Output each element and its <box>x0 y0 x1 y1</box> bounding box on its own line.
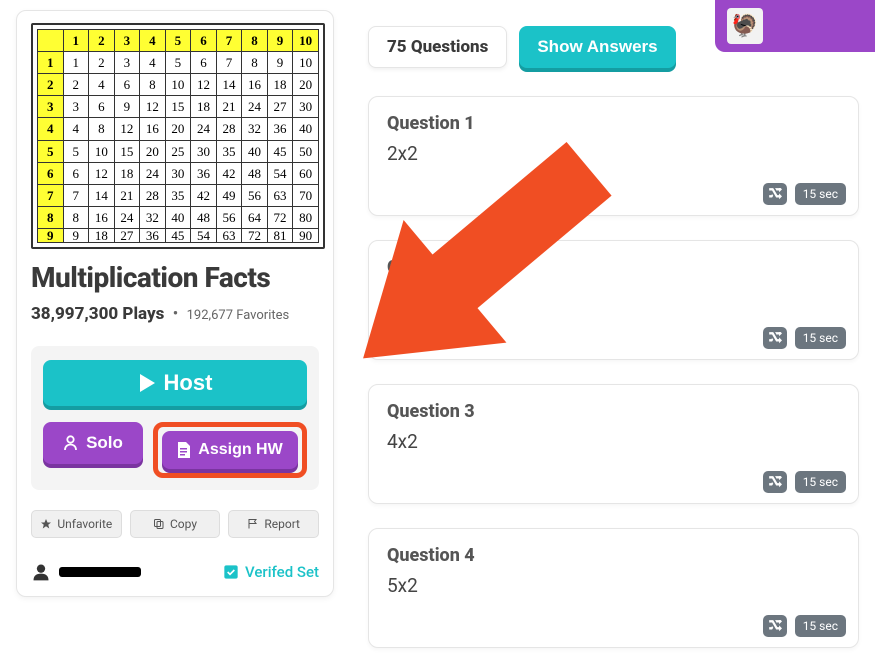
assign-hw-button[interactable]: Assign HW <box>162 431 298 469</box>
time-badge: 15 sec <box>795 183 846 205</box>
avatar-emoji: 🦃 <box>731 14 758 39</box>
show-answers-label: Show Answers <box>537 37 657 56</box>
shuffle-badge[interactable] <box>763 327 787 349</box>
top-bar: 🦃 <box>715 0 875 52</box>
set-card: 1234567891011234567891022468101214161820… <box>16 10 334 597</box>
play-icon <box>138 373 156 393</box>
assign-highlight: Assign HW <box>153 422 307 478</box>
copy-label: Copy <box>170 517 197 531</box>
host-label: Host <box>164 370 213 396</box>
set-cover-image: 1234567891011234567891022468101214161820… <box>31 23 325 249</box>
shuffle-icon <box>768 476 782 488</box>
show-answers-button[interactable]: Show Answers <box>519 26 675 68</box>
question-body: 2x2 <box>387 142 840 165</box>
report-label: Report <box>264 517 300 531</box>
unfavorite-button[interactable]: Unfavorite <box>31 510 122 538</box>
avatar[interactable]: 🦃 <box>727 8 763 44</box>
question-card[interactable]: Question 3 4x2 15 sec <box>368 384 859 504</box>
shuffle-badge[interactable] <box>763 183 787 205</box>
shuffle-badge[interactable] <box>763 615 787 637</box>
question-card[interactable]: Question 1 2x2 15 sec <box>368 96 859 216</box>
plays-count: 38,997,300 Plays <box>31 304 164 324</box>
time-badge: 15 sec <box>795 471 846 493</box>
question-card[interactable]: Question 2 3x2 15 sec <box>368 240 859 360</box>
shuffle-icon <box>768 188 782 200</box>
set-title: Multiplication Facts <box>31 261 319 294</box>
question-number: Question 3 <box>387 401 840 422</box>
favorites-count: 192,677 Favorites <box>187 308 290 323</box>
person-icon <box>63 435 78 451</box>
shuffle-icon <box>768 620 782 632</box>
question-body: 3x2 <box>387 286 840 309</box>
copy-icon <box>153 518 165 530</box>
time-badge: 15 sec <box>795 327 846 349</box>
copy-button[interactable]: Copy <box>130 510 221 538</box>
flag-icon <box>247 518 259 530</box>
author-name-redacted <box>59 567 141 577</box>
question-number: Question 2 <box>387 257 840 278</box>
host-button[interactable]: Host <box>43 360 307 406</box>
solo-button[interactable]: Solo <box>43 422 143 464</box>
stats-separator: • <box>173 304 179 324</box>
verified-label: Verifed Set <box>245 563 319 581</box>
verified-badge: Verifed Set <box>223 563 319 581</box>
question-body: 4x2 <box>387 430 840 453</box>
question-body: 5x2 <box>387 574 840 597</box>
question-number: Question 4 <box>387 545 840 566</box>
person-icon <box>31 562 51 582</box>
question-card[interactable]: Question 4 5x2 15 sec <box>368 528 859 648</box>
action-panel: Host Solo Assign HW <box>31 346 319 490</box>
time-badge: 15 sec <box>795 615 846 637</box>
question-number: Question 1 <box>387 113 840 134</box>
author-info[interactable] <box>31 562 141 582</box>
check-icon <box>223 564 239 580</box>
shuffle-icon <box>768 332 782 344</box>
set-stats: 38,997,300 Plays • 192,677 Favorites <box>31 304 319 324</box>
assign-label: Assign HW <box>198 441 282 459</box>
shuffle-badge[interactable] <box>763 471 787 493</box>
unfavorite-label: Unfavorite <box>57 517 112 531</box>
report-button[interactable]: Report <box>228 510 319 538</box>
question-count: 75 Questions <box>368 26 507 68</box>
document-icon <box>177 442 190 458</box>
star-icon <box>40 518 52 530</box>
solo-label: Solo <box>86 433 123 453</box>
